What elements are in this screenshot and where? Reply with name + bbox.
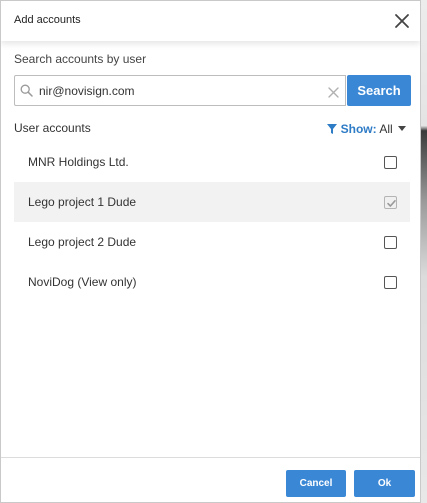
close-icon[interactable] bbox=[392, 11, 412, 31]
filter-icon bbox=[327, 123, 338, 134]
user-accounts-label: User accounts bbox=[14, 121, 91, 135]
account-checkbox[interactable] bbox=[384, 156, 397, 169]
account-checkbox[interactable] bbox=[384, 236, 397, 249]
dialog-header: Add accounts bbox=[1, 1, 420, 41]
accounts-list: MNR Holdings Ltd. Lego project 1 Dude Le… bbox=[14, 142, 410, 302]
clear-icon[interactable] bbox=[328, 85, 339, 98]
list-item[interactable]: MNR Holdings Ltd. bbox=[14, 142, 410, 182]
account-name: NoviDog (View only) bbox=[28, 275, 137, 289]
show-filter-label: Show: bbox=[340, 122, 377, 136]
add-accounts-dialog: Add accounts Search accounts by user Sea… bbox=[0, 0, 421, 503]
cancel-button[interactable]: Cancel bbox=[286, 470, 346, 497]
search-input[interactable] bbox=[39, 77, 319, 104]
account-name: Lego project 1 Dude bbox=[28, 195, 137, 209]
list-item[interactable]: Lego project 1 Dude bbox=[14, 182, 410, 222]
account-name: MNR Holdings Ltd. bbox=[28, 155, 129, 169]
search-icon bbox=[20, 84, 33, 97]
ok-button[interactable]: Ok bbox=[354, 470, 415, 497]
dialog-title: Add accounts bbox=[14, 14, 81, 26]
search-label: Search accounts by user bbox=[14, 52, 147, 66]
list-item[interactable]: Lego project 2 Dude bbox=[14, 222, 410, 262]
account-checkbox[interactable] bbox=[384, 196, 397, 209]
show-filter-value: All bbox=[379, 122, 393, 136]
checkmark-icon bbox=[387, 200, 396, 207]
dialog-footer: Cancel Ok bbox=[1, 457, 420, 502]
show-filter-dropdown[interactable]: Show: All bbox=[327, 121, 406, 136]
background-app-edge bbox=[421, 0, 427, 503]
search-field bbox=[14, 75, 346, 106]
list-item[interactable]: NoviDog (View only) bbox=[14, 262, 410, 302]
account-checkbox[interactable] bbox=[384, 276, 397, 289]
chevron-down-icon bbox=[398, 121, 406, 131]
account-name: Lego project 2 Dude bbox=[28, 235, 137, 249]
search-button[interactable]: Search bbox=[347, 75, 411, 106]
